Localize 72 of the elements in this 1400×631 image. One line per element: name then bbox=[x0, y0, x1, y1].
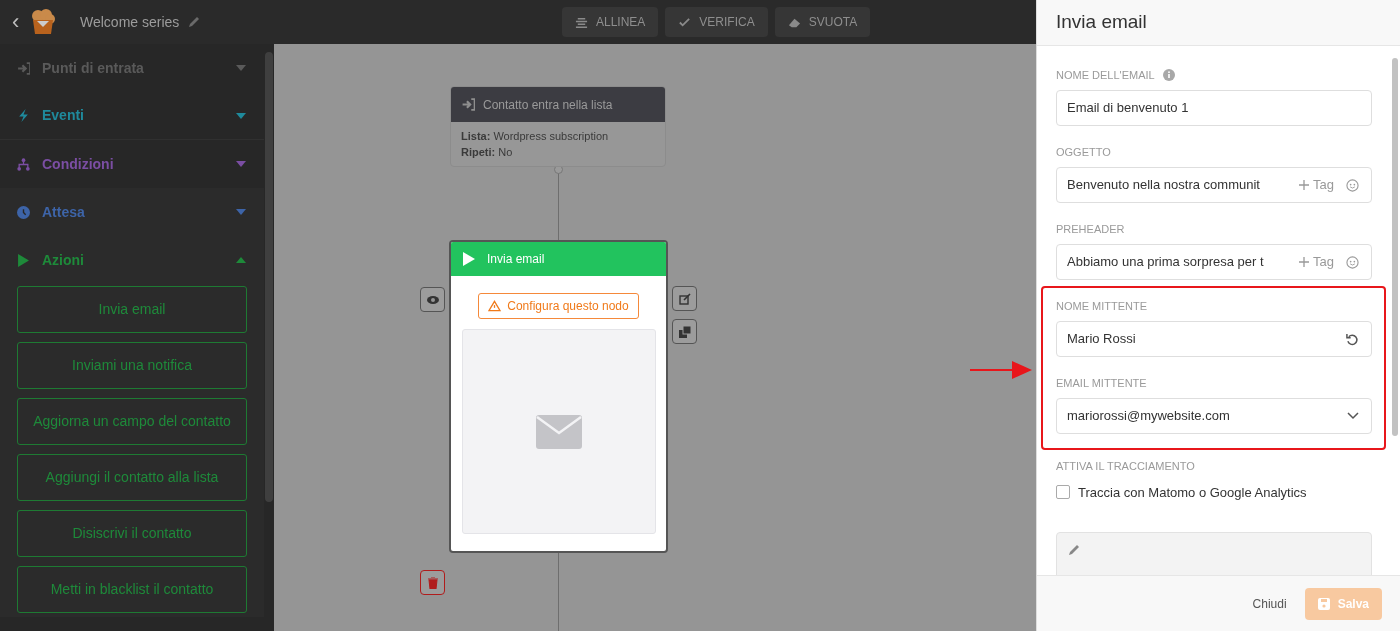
align-icon bbox=[575, 15, 588, 29]
accordion-header[interactable]: Attesa bbox=[0, 188, 264, 236]
hierarchy-icon bbox=[17, 157, 30, 171]
select-field[interactable]: mariorossi@mywebsite.com bbox=[1056, 398, 1372, 434]
plus-icon bbox=[1299, 180, 1310, 190]
section-label: Eventi bbox=[42, 106, 85, 125]
field-label: ATTIVA IL TRACCIAMENTO bbox=[1056, 459, 1196, 474]
enter-icon bbox=[17, 61, 30, 75]
delete-button[interactable] bbox=[420, 570, 445, 595]
input-field[interactable]: Email di benvenuto 1 bbox=[1056, 90, 1372, 126]
chevron-down-icon bbox=[1347, 412, 1359, 420]
action-item[interactable]: Disiscrivi il contatto bbox=[17, 510, 247, 557]
toolbar-button[interactable]: SVUOTA bbox=[774, 7, 871, 37]
checkbox-label: Traccia con Matomo o Google Analytics bbox=[1078, 483, 1307, 502]
action-item[interactable]: Inviami una notifica bbox=[17, 342, 247, 389]
section-label: Condizioni bbox=[42, 154, 115, 174]
warning-icon bbox=[488, 300, 502, 312]
node-detail: Ripeti: No bbox=[461, 145, 514, 160]
field-label: NOME MITTENTE bbox=[1056, 298, 1148, 314]
toolbar-button[interactable]: ALLINEA bbox=[562, 7, 659, 37]
action-item[interactable]: Invia email bbox=[17, 286, 247, 333]
accordion-header[interactable]: Condizioni bbox=[0, 140, 264, 188]
emoji-icon[interactable] bbox=[1346, 255, 1359, 269]
edit-icon bbox=[678, 292, 691, 305]
floppy-icon bbox=[1317, 597, 1330, 610]
action-item[interactable]: Aggiorna un campo del contatto bbox=[17, 398, 247, 445]
checkbox[interactable] bbox=[1056, 485, 1070, 500]
toolbar-button[interactable]: VERIFICA bbox=[665, 7, 768, 37]
pencil-icon[interactable] bbox=[187, 15, 202, 29]
arrow-icon bbox=[970, 360, 1032, 380]
copy-button[interactable] bbox=[672, 319, 697, 344]
pencil-icon bbox=[1067, 543, 1081, 557]
action-item[interactable]: Metti in blacklist il contatto bbox=[17, 566, 247, 613]
eye-icon bbox=[426, 293, 439, 306]
field-label: PREHEADER bbox=[1056, 221, 1125, 237]
close-button[interactable]: Chiudi bbox=[1252, 594, 1287, 613]
section-label: Azioni bbox=[42, 250, 85, 270]
node-header[interactable]: Contatto entra nella lista bbox=[451, 87, 665, 122]
bolt-icon bbox=[17, 109, 30, 122]
tag-button[interactable]: Tag bbox=[1299, 175, 1334, 195]
check-icon bbox=[678, 15, 692, 29]
input-field[interactable]: Abbiamo una prima sorpresa per t Tag bbox=[1056, 244, 1372, 280]
input-field[interactable]: Mario Rossi bbox=[1056, 321, 1372, 357]
emoji-icon[interactable] bbox=[1346, 178, 1359, 192]
copy-icon bbox=[678, 325, 691, 338]
workflow-title: Welcome series bbox=[80, 12, 180, 32]
section-label: Attesa bbox=[42, 202, 86, 222]
tag-button[interactable]: Tag bbox=[1299, 252, 1334, 272]
field-label: NOME DELL'EMAIL bbox=[1056, 67, 1155, 83]
delete-icon bbox=[426, 576, 439, 589]
clock-icon bbox=[17, 205, 30, 219]
node-detail: Lista: Wordpress subscription bbox=[461, 129, 610, 144]
action-item[interactable]: Aggiungi il contatto alla lista bbox=[17, 454, 247, 501]
info-icon bbox=[1162, 69, 1175, 81]
configure-button[interactable]: Configura questo nodo bbox=[478, 293, 639, 319]
node-card[interactable]: Invia email Configura questo nodo bbox=[449, 240, 668, 553]
node-title: Invia email bbox=[487, 251, 545, 268]
accordion-header[interactable]: Eventi bbox=[0, 92, 264, 140]
field-label: OGGETTO bbox=[1056, 144, 1111, 160]
accordion-header[interactable]: Azioni bbox=[0, 236, 264, 284]
plus-icon bbox=[1299, 257, 1310, 267]
reset-icon[interactable] bbox=[1346, 332, 1359, 346]
back-button[interactable]: ‹ bbox=[12, 11, 26, 33]
input-field[interactable]: Benvenuto nella nostra communit Tag bbox=[1056, 167, 1372, 203]
eye-button[interactable] bbox=[420, 287, 445, 312]
play-icon bbox=[17, 253, 30, 267]
field-label: EMAIL MITTENTE bbox=[1056, 375, 1147, 391]
enter-icon bbox=[461, 98, 475, 111]
edit-button[interactable] bbox=[672, 286, 697, 311]
envelope-icon bbox=[535, 414, 582, 449]
panel-title: Invia email bbox=[1056, 10, 1147, 35]
play-icon bbox=[463, 252, 475, 266]
